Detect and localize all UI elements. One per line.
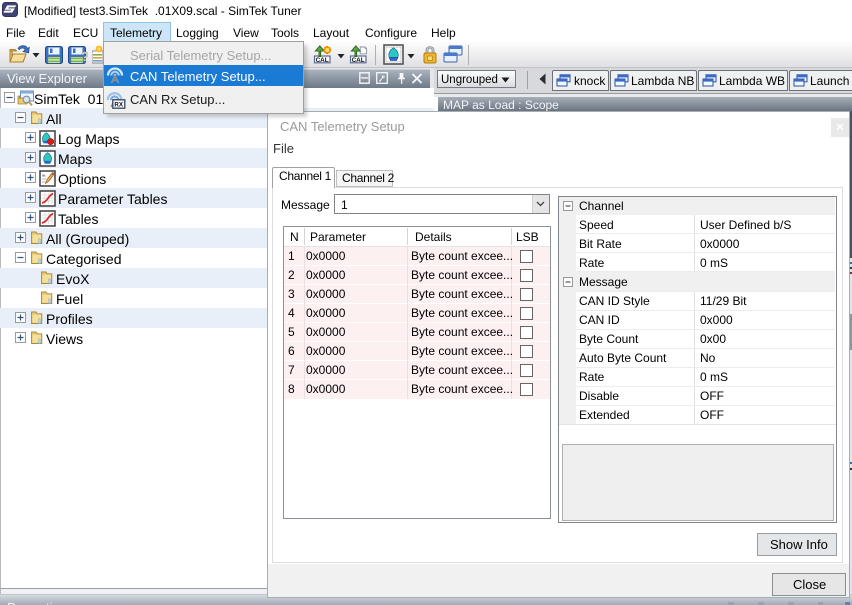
svg-text:?: ? <box>81 49 88 64</box>
svg-text:CAL: CAL <box>316 57 329 64</box>
svg-text:RX: RX <box>114 102 123 109</box>
svg-text:CAL: CAL <box>352 57 365 64</box>
